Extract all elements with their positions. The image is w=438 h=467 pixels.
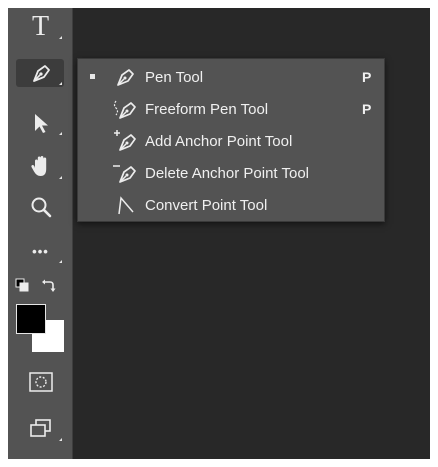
menu-item-label: Convert Point Tool: [145, 197, 268, 214]
type-tool[interactable]: T: [8, 10, 73, 44]
pen-tool-flyout-menu: Pen Tool P Freeform Pen Tool P Add Ancho…: [77, 58, 385, 222]
type-icon: T: [31, 11, 50, 42]
shortcut-key: P: [362, 69, 372, 85]
flyout-indicator: [59, 132, 62, 135]
delete-anchor-point-icon: [113, 165, 136, 183]
foreground-color-swatch[interactable]: [16, 304, 46, 334]
flyout-indicator: [59, 260, 62, 263]
photoshop-workspace: T ••• Pen Tool P Freeform Pen Tool P Add…: [8, 8, 430, 459]
flyout-indicator: [59, 176, 62, 179]
menu-item-convert-point-tool[interactable]: Convert Point Tool: [78, 189, 384, 221]
selected-indicator: [90, 74, 95, 79]
swap-colors-icon[interactable]: [41, 278, 57, 292]
hand-icon: [30, 156, 46, 176]
edit-toolbar-button[interactable]: •••: [8, 234, 73, 268]
tools-panel: T •••: [8, 8, 73, 459]
menu-item-label: Delete Anchor Point Tool: [145, 165, 309, 182]
path-selection-tool[interactable]: [8, 106, 73, 140]
pen-icon: [117, 69, 134, 86]
default-colors-icon[interactable]: [15, 278, 29, 292]
pen-tool[interactable]: [8, 56, 73, 90]
menu-item-freeform-pen-tool[interactable]: Freeform Pen Tool P: [78, 93, 384, 125]
flyout-indicator: [59, 438, 62, 441]
menu-item-label: Freeform Pen Tool: [145, 101, 269, 118]
quick-mask-icon: [28, 372, 53, 392]
screen-mode-button[interactable]: [8, 412, 73, 446]
menu-item-label: Pen Tool: [145, 69, 204, 86]
menu-item-add-anchor-point-tool[interactable]: Add Anchor Point Tool: [78, 125, 384, 157]
zoom-tool[interactable]: [8, 190, 73, 224]
pen-icon: [32, 65, 50, 82]
more-icon: •••: [32, 243, 49, 259]
shortcut-key: P: [362, 101, 372, 117]
menu-item-delete-anchor-point-tool[interactable]: Delete Anchor Point Tool: [78, 157, 384, 189]
flyout-indicator: [59, 82, 62, 85]
screen-mode-icon: [29, 419, 51, 437]
menu-item-pen-tool[interactable]: Pen Tool P: [78, 61, 384, 93]
hand-tool[interactable]: [8, 150, 73, 184]
convert-point-icon: [118, 196, 134, 215]
quick-mask-button[interactable]: [8, 365, 73, 399]
flyout-indicator: [59, 36, 62, 39]
freeform-pen-icon: [113, 100, 136, 119]
add-anchor-point-icon: [114, 130, 136, 151]
zoom-icon: [31, 197, 51, 218]
menu-item-label: Add Anchor Point Tool: [145, 133, 293, 150]
arrow-selection-icon: [34, 114, 48, 133]
